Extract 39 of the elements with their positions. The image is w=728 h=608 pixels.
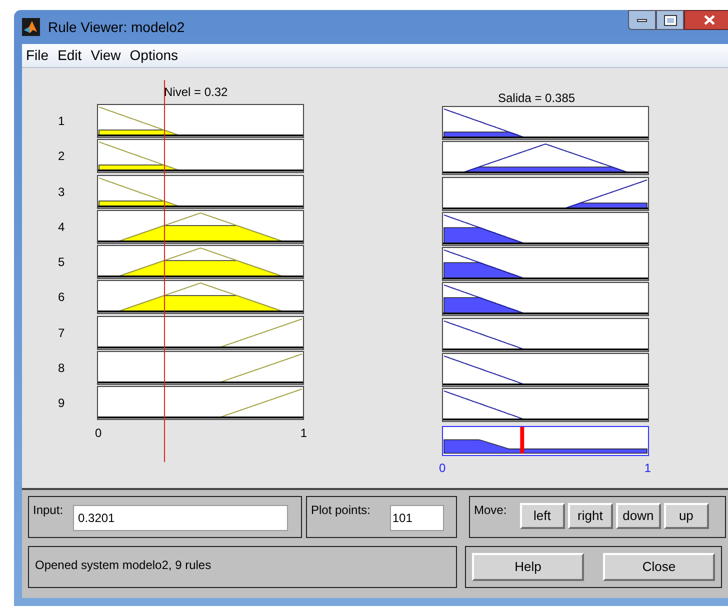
input-label: Input: xyxy=(33,502,64,519)
rule-number: 9 xyxy=(57,395,66,412)
window-title: Rule Viewer: modelo2 xyxy=(48,18,185,36)
axis-tick-label: 0 xyxy=(95,424,102,442)
close-button[interactable] xyxy=(684,10,728,30)
menu-item[interactable]: Options xyxy=(130,45,178,66)
rule-number: 3 xyxy=(57,184,66,201)
rule-number: 5 xyxy=(57,254,66,272)
rule-number: 6 xyxy=(57,289,66,306)
move-button[interactable]: left xyxy=(520,503,565,529)
rule-number: 7 xyxy=(57,324,66,342)
move-label: Move: xyxy=(474,502,507,519)
input-value-label: Nivel = 0.32 xyxy=(164,85,228,99)
move-button[interactable]: up xyxy=(664,503,709,529)
rule-number: 8 xyxy=(57,360,66,378)
rule-number: 1 xyxy=(57,113,66,130)
axis-tick-label: 1 xyxy=(300,424,307,442)
rule-number: 2 xyxy=(57,148,66,166)
minimize-button[interactable] xyxy=(628,10,656,30)
menu-item[interactable]: View xyxy=(90,45,121,66)
plot-points-field[interactable]: 101 xyxy=(390,505,444,531)
dialog-button[interactable]: Help xyxy=(472,553,584,581)
input-field[interactable]: 0.3201 xyxy=(73,505,288,531)
maximize-button[interactable] xyxy=(656,10,684,30)
maximize-icon xyxy=(664,16,676,24)
app-logo-icon xyxy=(22,18,40,36)
minimize-icon xyxy=(637,18,647,22)
rule-number: 4 xyxy=(57,218,66,236)
plot-points-label: Plot points: xyxy=(311,502,370,519)
move-button[interactable]: right xyxy=(568,503,613,529)
output-value-label: Salida = 0.385 xyxy=(498,91,576,105)
close-icon xyxy=(704,15,714,25)
menu-item[interactable]: File xyxy=(26,45,49,66)
axis-tick-label: 1 xyxy=(644,460,651,477)
move-button[interactable]: down xyxy=(616,503,661,529)
menu-item[interactable]: Edit xyxy=(58,45,82,66)
status-message: Opened system modelo2, 9 rules xyxy=(35,558,212,572)
dialog-button[interactable]: Close xyxy=(603,553,715,581)
axis-tick-label: 0 xyxy=(439,460,446,477)
